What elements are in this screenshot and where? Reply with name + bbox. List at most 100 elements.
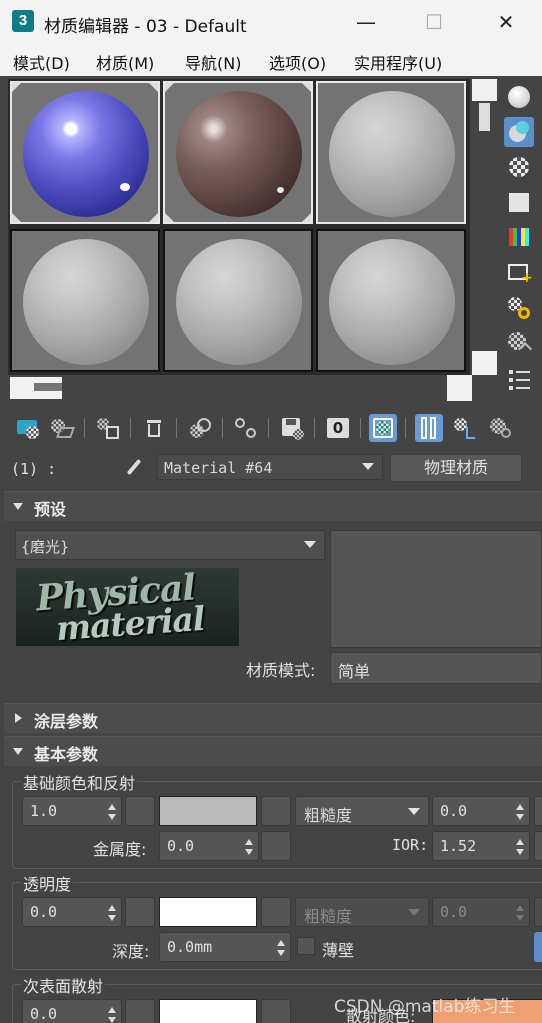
material-name-row: (1) : Material #64 物理材质 bbox=[0, 450, 542, 484]
sss-color-swatch[interactable] bbox=[159, 999, 257, 1023]
video-color-check-icon[interactable] bbox=[504, 222, 534, 252]
material-sphere-default bbox=[329, 91, 455, 217]
backlight-icon[interactable] bbox=[504, 117, 534, 147]
preset-preview-area bbox=[330, 530, 542, 648]
ior-spinner[interactable]: 1.52 bbox=[432, 831, 530, 861]
base-color-map-button[interactable] bbox=[261, 796, 291, 826]
menu-utilities[interactable]: 实用程序(U) bbox=[354, 50, 442, 74]
presets-rollout-header[interactable]: 预设 bbox=[4, 491, 542, 521]
metalness-spinner[interactable]: 0.0 bbox=[159, 831, 259, 861]
preset-dropdown[interactable]: {磨光} bbox=[15, 530, 325, 560]
make-preview-icon[interactable]: + bbox=[504, 257, 534, 287]
thin-walled-checkbox[interactable] bbox=[297, 937, 315, 955]
transparency-color-map-button[interactable] bbox=[261, 897, 291, 927]
sample-slot-5[interactable] bbox=[163, 229, 313, 372]
material-map-navigator-icon[interactable] bbox=[504, 364, 534, 394]
ior-map-button[interactable] bbox=[534, 831, 542, 861]
spinner-arrows-icon bbox=[108, 804, 116, 820]
roughness-spinner[interactable]: 0.0 bbox=[432, 796, 530, 826]
sample-slot-2[interactable] bbox=[163, 81, 313, 224]
pick-material-eyedropper-icon[interactable] bbox=[124, 456, 144, 478]
transparency-roughness-spinner[interactable]: 0.0 bbox=[432, 897, 530, 927]
depth-spinner[interactable]: 0.0mm bbox=[159, 932, 291, 962]
base-color-swatch[interactable] bbox=[159, 796, 257, 826]
go-to-parent-icon[interactable] bbox=[451, 414, 479, 442]
roughness-value: 0.0 bbox=[440, 802, 468, 820]
background-checker-icon[interactable] bbox=[504, 152, 534, 182]
roughness-mode-dropdown[interactable]: 粗糙度 bbox=[295, 796, 429, 826]
transparency-roughness-mode-value: 粗糙度 bbox=[304, 907, 353, 926]
material-name-value: Material #64 bbox=[164, 459, 273, 477]
show-end-result-icon[interactable] bbox=[415, 414, 443, 442]
sample-slots bbox=[8, 79, 470, 375]
roughness-mode-value: 粗糙度 bbox=[304, 806, 353, 825]
material-sphere-default bbox=[329, 239, 455, 365]
transparency-roughness-map-button[interactable] bbox=[534, 897, 542, 927]
material-mode-dropdown[interactable]: 简单 bbox=[330, 652, 542, 684]
collapse-triangle-icon bbox=[13, 503, 23, 510]
basic-params-header-label: 基本参数 bbox=[34, 745, 99, 764]
options-gear-icon[interactable] bbox=[504, 293, 534, 323]
maximize-button[interactable]: ☐ bbox=[414, 8, 454, 36]
metalness-label: 金属度: bbox=[93, 840, 147, 859]
transparency-roughness-mode-dropdown[interactable]: 粗糙度 bbox=[295, 897, 429, 927]
spinner-arrows-icon bbox=[516, 839, 524, 855]
thin-walled-toggle-button[interactable] bbox=[534, 932, 542, 962]
material-name-dropdown[interactable]: Material #64 bbox=[157, 454, 383, 480]
sample-slot-4[interactable] bbox=[10, 229, 160, 372]
material-id-channel-icon[interactable]: 0 bbox=[324, 414, 352, 442]
get-material-icon[interactable] bbox=[14, 414, 42, 442]
material-sphere-default bbox=[176, 239, 302, 365]
ior-label: IOR: bbox=[392, 836, 429, 854]
make-material-copy-icon[interactable] bbox=[186, 414, 214, 442]
material-type-button[interactable]: 物理材质 bbox=[390, 454, 522, 482]
make-unique-icon[interactable] bbox=[232, 414, 260, 442]
spinner-arrows-icon bbox=[277, 940, 285, 956]
show-shaded-material-in-viewport-icon[interactable] bbox=[369, 414, 397, 442]
transparency-weight-spinner[interactable]: 0.0 bbox=[22, 897, 122, 927]
sample-type-sphere-icon[interactable] bbox=[504, 82, 534, 112]
collapse-triangle-icon bbox=[13, 748, 23, 755]
menu-material[interactable]: 材质(M) bbox=[96, 50, 154, 74]
sss-color-map-button[interactable] bbox=[261, 999, 291, 1023]
presets-panel: {磨光} Physical material 材质模式: 简单 bbox=[4, 522, 542, 698]
go-forward-to-sibling-icon[interactable] bbox=[486, 414, 514, 442]
put-material-to-scene-icon[interactable] bbox=[48, 414, 76, 442]
base-weight-map-button[interactable] bbox=[125, 796, 155, 826]
slots-vertical-scrollbar[interactable] bbox=[472, 79, 497, 375]
minimize-button[interactable]: — bbox=[346, 8, 386, 36]
sample-uv-tiling-icon[interactable] bbox=[504, 187, 534, 217]
title-bar: 3 材质编辑器 - 03 - Default — ☐ ✕ bbox=[0, 0, 542, 44]
sample-slot-6[interactable] bbox=[316, 229, 466, 372]
thin-walled-label: 薄壁 bbox=[322, 941, 355, 960]
coating-header-label: 涂层参数 bbox=[34, 712, 99, 731]
coating-rollout-header[interactable]: 涂层参数 bbox=[4, 703, 542, 733]
delete-trash-icon[interactable] bbox=[140, 414, 168, 442]
material-sphere-default bbox=[23, 239, 149, 365]
base-weight-spinner[interactable]: 1.0 bbox=[22, 796, 122, 826]
transparency-group-title: 透明度 bbox=[21, 871, 74, 895]
menu-navigation[interactable]: 导航(N) bbox=[185, 50, 241, 74]
roughness-map-button[interactable] bbox=[534, 796, 542, 826]
slots-horizontal-scrollbar[interactable] bbox=[8, 375, 472, 401]
assign-material-to-selection-icon[interactable] bbox=[94, 414, 122, 442]
close-button[interactable]: ✕ bbox=[486, 8, 526, 36]
sample-slot-1[interactable] bbox=[10, 81, 160, 224]
preset-value: {磨光} bbox=[21, 538, 70, 556]
spinner-arrows-icon bbox=[516, 804, 524, 820]
presets-header-label: 预设 bbox=[34, 500, 67, 519]
sss-weight-map-button[interactable] bbox=[125, 999, 155, 1023]
metalness-map-button[interactable] bbox=[261, 831, 291, 861]
transparency-color-swatch[interactable] bbox=[159, 897, 257, 927]
base-weight-value: 1.0 bbox=[30, 802, 58, 820]
sample-slot-3[interactable] bbox=[316, 81, 466, 224]
transparency-weight-map-button[interactable] bbox=[125, 897, 155, 927]
menu-mode[interactable]: 模式(D) bbox=[13, 50, 70, 74]
menu-options[interactable]: 选项(O) bbox=[269, 50, 326, 74]
transparency-roughness-value: 0.0 bbox=[440, 903, 468, 921]
material-toolbar: 0 bbox=[0, 410, 542, 446]
sss-weight-spinner[interactable]: 0.0 bbox=[22, 999, 122, 1023]
basic-params-rollout-header[interactable]: 基本参数 bbox=[4, 736, 542, 766]
select-by-material-icon[interactable] bbox=[504, 328, 534, 358]
put-to-library-icon[interactable] bbox=[278, 414, 306, 442]
